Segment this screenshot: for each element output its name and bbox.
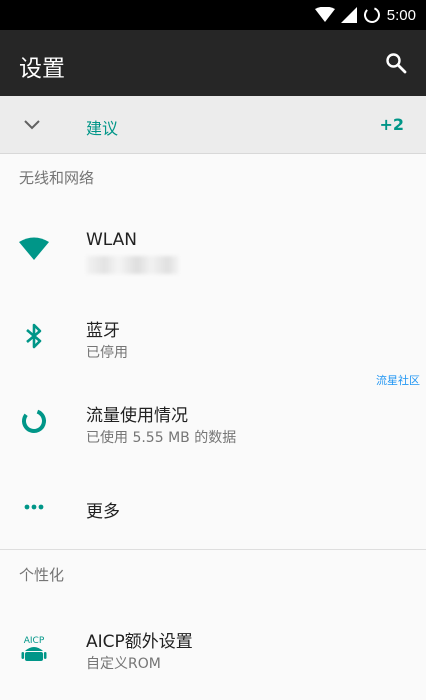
page-title: 设置 xyxy=(19,56,65,82)
settings-item-subtitle: 已使用 5.55 MB 的数据 xyxy=(86,430,237,446)
search-icon[interactable] xyxy=(384,51,408,75)
section-divider xyxy=(0,549,426,550)
clock: 5:00 xyxy=(386,6,416,24)
chevron-down-icon xyxy=(24,120,40,130)
settings-item-wlan[interactable]: WLAN xyxy=(0,212,426,288)
settings-item-title: 流量使用情况 xyxy=(86,406,188,426)
suggestions-bar[interactable]: 建议 +2 xyxy=(0,96,426,154)
svg-text:AICP: AICP xyxy=(24,636,45,646)
section-header-wireless: 无线和网络 xyxy=(19,169,95,187)
section-header-personalization: 个性化 xyxy=(19,566,65,584)
aicp-android-icon: AICP xyxy=(21,636,47,661)
settings-item-subtitle: 已停用 xyxy=(86,345,128,361)
wlan-network-name-redacted xyxy=(86,256,179,274)
watermark-text: 流星社区 xyxy=(376,374,420,387)
settings-item-title: AICP额外设置 xyxy=(86,632,193,652)
settings-item-more[interactable]: 更多 xyxy=(0,469,426,545)
data-usage-icon xyxy=(22,409,46,433)
status-bar: 5:00 xyxy=(0,0,426,30)
settings-item-title: WLAN xyxy=(86,230,138,250)
status-icons: 5:00 xyxy=(314,0,416,30)
settings-item-aicp-extras[interactable]: AICP AICP额外设置 自定义ROM xyxy=(0,611,426,687)
suggestions-count: +2 xyxy=(379,115,404,134)
bluetooth-icon xyxy=(26,323,42,349)
signal-icon xyxy=(340,7,357,23)
more-horiz-icon xyxy=(24,504,44,510)
wifi-icon xyxy=(19,237,49,260)
settings-item-data-usage[interactable]: 流量使用情况 已使用 5.55 MB 的数据 xyxy=(0,383,426,459)
settings-item-subtitle: 自定义ROM xyxy=(86,656,161,672)
wifi-icon xyxy=(314,7,335,22)
settings-item-title: 更多 xyxy=(86,502,120,522)
settings-item-bluetooth[interactable]: 蓝牙 已停用 xyxy=(0,298,426,374)
settings-item-title: 蓝牙 xyxy=(86,321,120,341)
suggestions-label: 建议 xyxy=(86,119,119,138)
app-toolbar: 设置 xyxy=(0,30,426,96)
battery-saver-icon xyxy=(363,7,380,23)
